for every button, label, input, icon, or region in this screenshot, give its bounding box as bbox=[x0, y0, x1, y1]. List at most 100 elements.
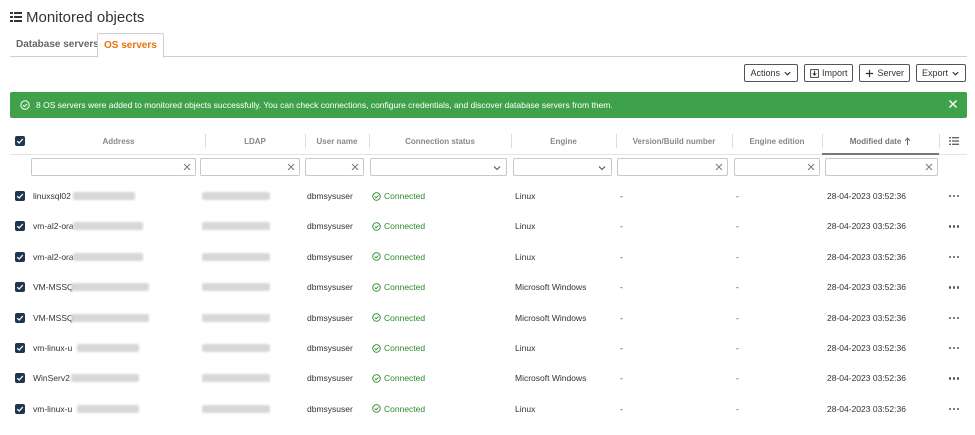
table-row[interactable]: vm-al2-ora dbmsysuser Connected Linux - … bbox=[10, 242, 967, 272]
more-options-icon[interactable] bbox=[948, 253, 960, 261]
more-options-icon[interactable] bbox=[948, 222, 960, 230]
check-icon bbox=[16, 375, 24, 382]
column-header-engine-edition[interactable]: Engine edition bbox=[732, 128, 822, 154]
more-options-icon[interactable] bbox=[948, 374, 960, 382]
version-cell: - bbox=[620, 373, 623, 384]
column-header-connection-status[interactable]: Connection status bbox=[369, 128, 511, 154]
table-row[interactable]: VM-MSSQ dbmsysuser Connected Microsoft W… bbox=[10, 303, 967, 333]
edition-cell: - bbox=[736, 251, 739, 262]
redacted-address bbox=[71, 283, 149, 292]
redacted-ldap bbox=[202, 222, 270, 231]
column-header-engine[interactable]: Engine bbox=[511, 128, 616, 154]
redacted-address bbox=[73, 192, 135, 200]
version-cell: - bbox=[620, 221, 623, 232]
clear-icon[interactable] bbox=[287, 163, 295, 171]
more-options-icon[interactable] bbox=[948, 314, 960, 322]
engine-filter-select[interactable] bbox=[513, 158, 612, 176]
column-chooser-icon[interactable] bbox=[949, 136, 959, 146]
address-filter-input[interactable] bbox=[31, 158, 196, 176]
check-circle-icon bbox=[372, 222, 381, 231]
modified-date-cell: 28-04-2023 03:52:36 bbox=[827, 221, 906, 232]
table-row[interactable]: VM-MSSQ dbmsysuser Connected Microsoft W… bbox=[10, 272, 967, 302]
tab-os-servers[interactable]: OS servers bbox=[97, 33, 164, 58]
more-options-icon[interactable] bbox=[948, 283, 960, 291]
table-row[interactable]: vm-al2-ora dbmsysuser Connected Linux - … bbox=[10, 211, 967, 241]
select-all-checkbox[interactable] bbox=[15, 136, 25, 146]
modified-date-cell: 28-04-2023 03:52:36 bbox=[827, 251, 906, 262]
connection-status-filter-select[interactable] bbox=[370, 158, 507, 176]
modified-date-filter-input[interactable] bbox=[825, 158, 938, 176]
import-button[interactable]: Import bbox=[803, 64, 854, 82]
row-checkbox[interactable] bbox=[15, 343, 25, 353]
column-header-user-name[interactable]: User name bbox=[305, 128, 369, 154]
check-icon bbox=[16, 284, 24, 291]
column-header-address[interactable]: Address bbox=[32, 128, 205, 154]
table-row[interactable]: linuxsql02 dbmsysuser Connected Linux - … bbox=[10, 181, 967, 211]
export-button[interactable]: Export bbox=[915, 64, 966, 82]
table-row[interactable]: vm-linux-u dbmsysuser Connected Linux - … bbox=[10, 394, 967, 424]
redacted-ldap bbox=[202, 404, 270, 413]
version-cell: - bbox=[620, 312, 623, 323]
chevron-down-icon bbox=[493, 166, 501, 171]
clear-icon[interactable] bbox=[351, 163, 359, 171]
row-checkbox[interactable] bbox=[15, 191, 25, 201]
actions-button-label: Actions bbox=[750, 68, 780, 78]
engine-cell: Microsoft Windows bbox=[515, 373, 587, 384]
user-name-cell: dbmsysuser bbox=[307, 343, 353, 353]
version-cell: - bbox=[620, 251, 623, 262]
table-row[interactable]: WinServ2 dbmsysuser Connected Microsoft … bbox=[10, 363, 967, 393]
connection-status-text: Connected bbox=[384, 221, 426, 232]
ldap-filter-input[interactable] bbox=[200, 158, 300, 176]
edition-cell: - bbox=[736, 343, 739, 353]
add-server-button[interactable]: Server bbox=[859, 64, 910, 82]
version-cell: - bbox=[620, 343, 623, 353]
clear-icon[interactable] bbox=[807, 163, 815, 171]
row-checkbox[interactable] bbox=[15, 403, 25, 414]
address-cell: vm-al2-ora bbox=[33, 242, 74, 272]
check-icon bbox=[16, 138, 24, 144]
column-header-ldap[interactable]: LDAP bbox=[205, 128, 305, 154]
address-text: VM-MSSQ bbox=[33, 312, 74, 323]
redacted-address bbox=[73, 222, 143, 231]
redacted-ldap bbox=[202, 283, 270, 292]
version-cell: - bbox=[620, 282, 623, 293]
list-icon bbox=[10, 12, 22, 22]
address-text: WinServ2 bbox=[33, 373, 70, 384]
clear-icon[interactable] bbox=[715, 163, 723, 171]
row-checkbox[interactable] bbox=[15, 373, 25, 384]
row-checkbox[interactable] bbox=[15, 251, 25, 262]
more-options-icon[interactable] bbox=[948, 405, 960, 413]
column-header-version[interactable]: Version/Build number bbox=[616, 128, 732, 154]
connection-status-text: Connected bbox=[384, 191, 426, 201]
row-checkbox[interactable] bbox=[15, 221, 25, 232]
tab-database-servers[interactable]: Database servers bbox=[10, 33, 105, 57]
user-name-filter-input[interactable] bbox=[305, 158, 364, 176]
connection-status-text: Connected bbox=[384, 251, 426, 262]
connection-status-cell: Connected bbox=[372, 333, 425, 363]
actions-button[interactable]: Actions bbox=[744, 64, 798, 82]
address-cell: VM-MSSQ bbox=[33, 272, 74, 302]
row-checkbox[interactable] bbox=[15, 282, 25, 293]
check-circle-icon bbox=[372, 404, 381, 414]
clear-icon[interactable] bbox=[183, 163, 191, 171]
address-cell: WinServ2 bbox=[33, 363, 70, 393]
version-cell: - bbox=[620, 403, 623, 414]
edition-cell: - bbox=[736, 282, 739, 293]
export-button-label: Export bbox=[921, 68, 948, 78]
connection-status-cell: Connected bbox=[372, 242, 425, 272]
user-name-cell: dbmsysuser bbox=[307, 251, 353, 262]
address-text: linuxsql02 bbox=[33, 191, 71, 201]
column-header-modified-date[interactable]: Modified date bbox=[822, 128, 939, 154]
redacted-address bbox=[73, 252, 143, 261]
row-checkbox[interactable] bbox=[15, 312, 25, 323]
clear-icon[interactable] bbox=[925, 163, 933, 171]
more-options-icon[interactable] bbox=[948, 192, 960, 200]
sort-indicator-bar bbox=[822, 153, 939, 155]
table-row[interactable]: vm-linux-u dbmsysuser Connected Linux - … bbox=[10, 333, 967, 363]
more-options-icon[interactable] bbox=[948, 344, 960, 352]
close-icon[interactable] bbox=[947, 98, 959, 110]
edition-filter-input[interactable] bbox=[734, 158, 820, 176]
version-filter-input[interactable] bbox=[617, 158, 728, 176]
edition-cell: - bbox=[736, 191, 739, 201]
import-icon bbox=[810, 68, 819, 78]
